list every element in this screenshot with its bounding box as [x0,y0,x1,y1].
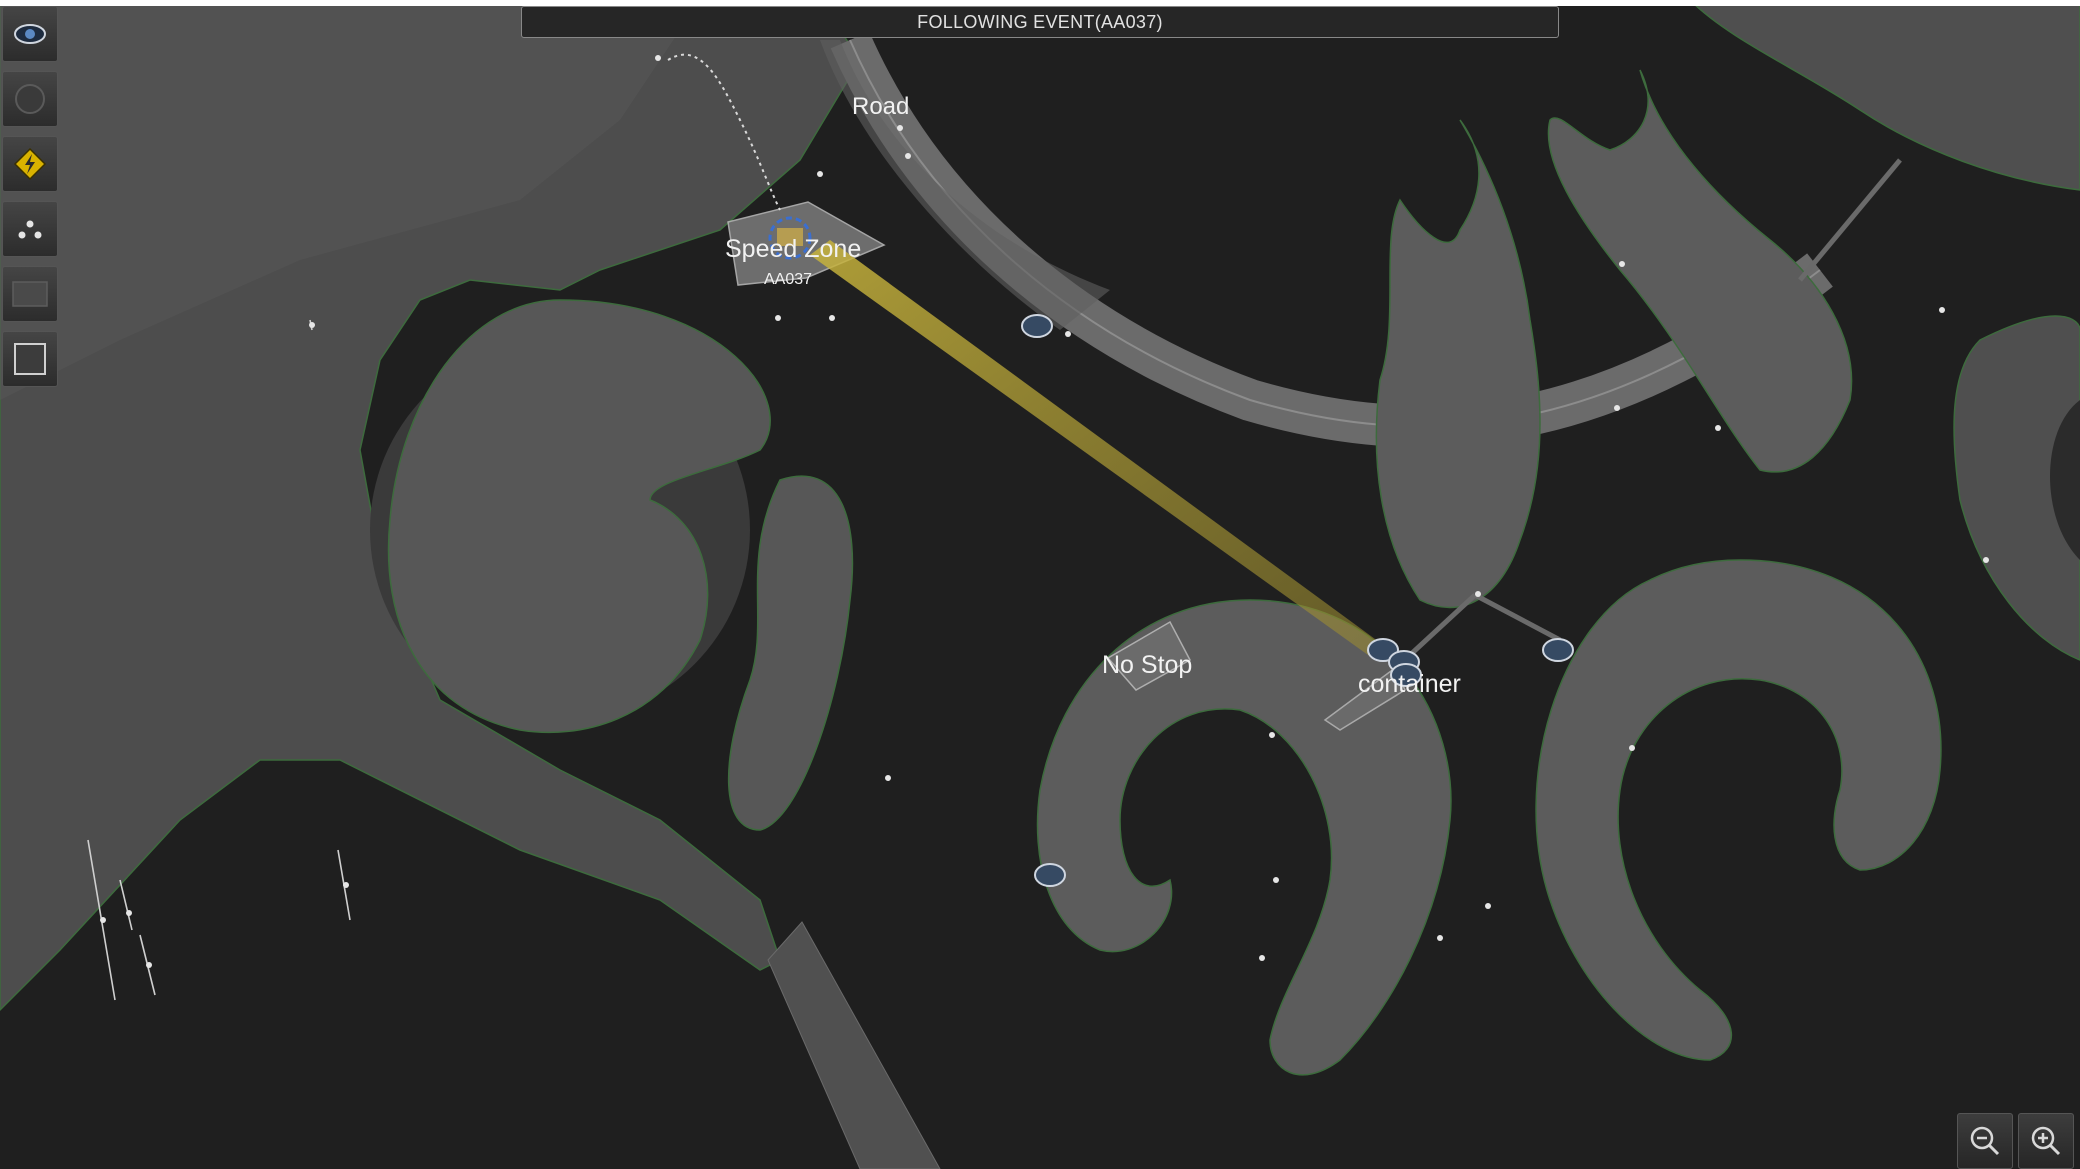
camera-tool-button[interactable] [2,6,58,62]
container-label: container [1358,670,1461,698]
circle-tool-button[interactable] [2,71,58,127]
zoom-out-button[interactable] [1957,1113,2013,1169]
cluster-tool-button[interactable] [2,201,58,257]
event-status-bar: FOLLOWING EVENT(AA037) [521,6,1559,38]
camera-marker [1542,638,1574,662]
map-canvas[interactable]: Road Speed Zone AA037 No Stop container [0,0,2080,1169]
camera-marker [1021,314,1053,338]
road-label: Road [852,93,909,120]
vehicle-id-label: AA037 [764,271,812,288]
circle-icon [15,84,45,114]
rectangle-icon [12,281,48,307]
camera-marker [1034,863,1066,887]
rectangle-tool-button[interactable] [2,266,58,322]
map-toolbar [2,6,60,396]
speed-zone-label: Speed Zone [725,235,861,263]
zoom-in-button[interactable] [2018,1113,2074,1169]
no-stop-label: No Stop [1102,651,1192,679]
square-tool-button[interactable] [2,331,58,387]
square-icon [14,343,46,375]
zoom-out-icon [1970,1126,2000,1156]
alert-bolt-icon [13,147,47,181]
zoom-in-icon [2031,1126,2061,1156]
alert-tool-button[interactable] [2,136,58,192]
cluster-dots-icon [18,220,42,239]
camera-eye-icon [14,24,46,44]
